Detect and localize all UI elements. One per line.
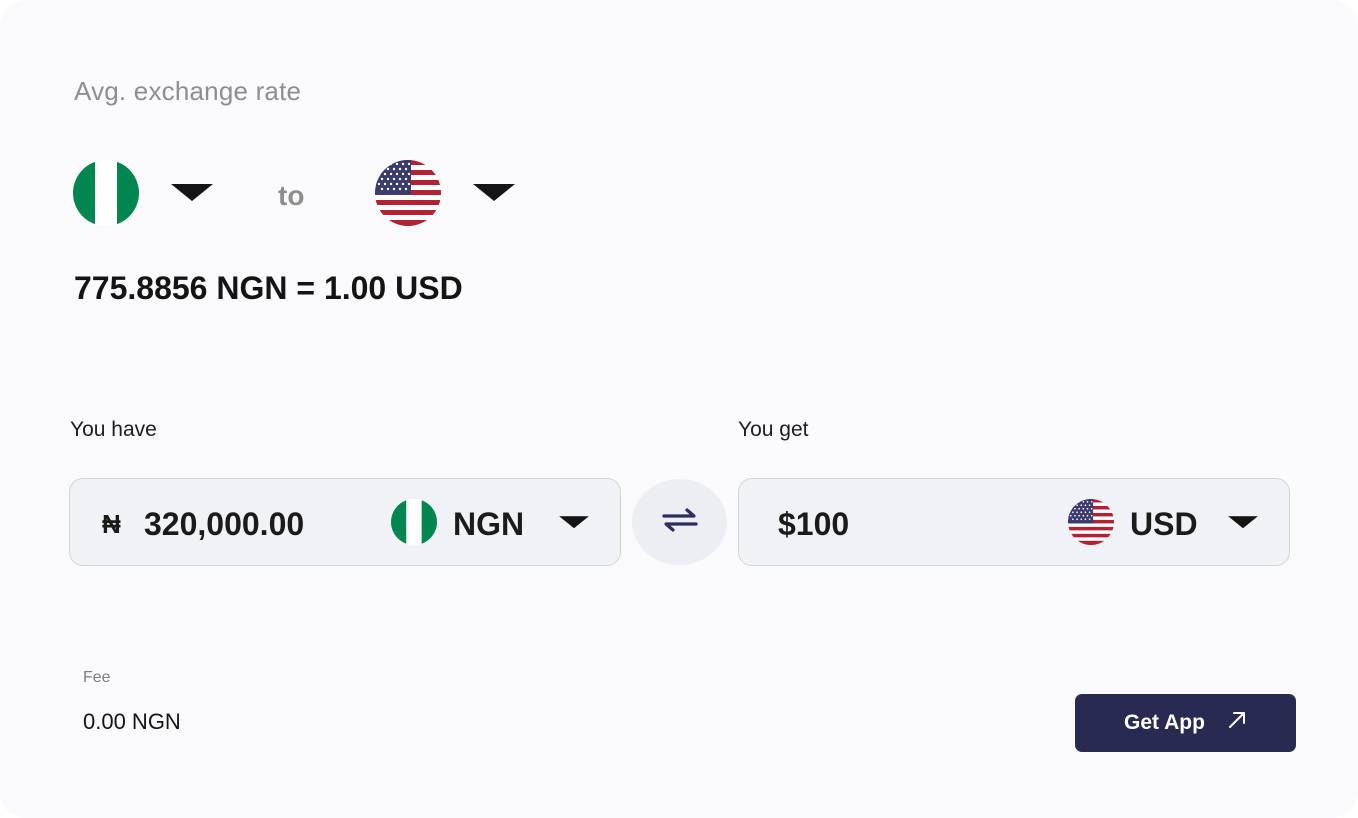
fee-label: Fee <box>83 669 111 686</box>
you-have-label: You have <box>70 418 157 441</box>
you-have-currency-code[interactable]: NGN <box>453 506 524 543</box>
to-currency-dropdown-caret-icon[interactable] <box>473 184 515 202</box>
you-have-field[interactable]: ₦ 320,000.00 NGN <box>69 478 621 566</box>
usa-flag-icon[interactable] <box>375 160 441 226</box>
naira-symbol: ₦ <box>102 509 121 539</box>
get-app-button[interactable]: Get App <box>1075 694 1296 752</box>
to-label: to <box>278 180 305 211</box>
nigeria-flag-icon[interactable] <box>73 160 139 226</box>
you-get-currency-code[interactable]: USD <box>1130 506 1198 543</box>
you-get-currency-dropdown-caret-icon[interactable] <box>1228 516 1258 529</box>
you-have-amount-input[interactable]: 320,000.00 <box>144 506 304 543</box>
get-app-label: Get App <box>1124 711 1205 734</box>
rate-heading: Avg. exchange rate <box>74 76 302 106</box>
from-currency-dropdown-caret-icon[interactable] <box>171 184 213 202</box>
swap-arrows-icon <box>660 506 700 539</box>
usa-flag-icon <box>1068 499 1114 545</box>
you-get-amount-input[interactable]: $100 <box>778 506 849 543</box>
arrow-up-right-icon <box>1227 710 1247 736</box>
you-get-label: You get <box>738 418 809 441</box>
swap-currencies-button[interactable] <box>632 479 727 565</box>
you-have-currency-dropdown-caret-icon[interactable] <box>559 516 589 529</box>
you-get-field[interactable]: $100 USD <box>738 478 1290 566</box>
fee-value: 0.00 NGN <box>83 709 181 734</box>
nigeria-flag-icon <box>391 499 437 545</box>
exchange-rate-card: Avg. exchange rate to 775.8856 NGN = 1.0… <box>0 0 1358 818</box>
exchange-rate-value: 775.8856 NGN = 1.00 USD <box>74 270 463 306</box>
